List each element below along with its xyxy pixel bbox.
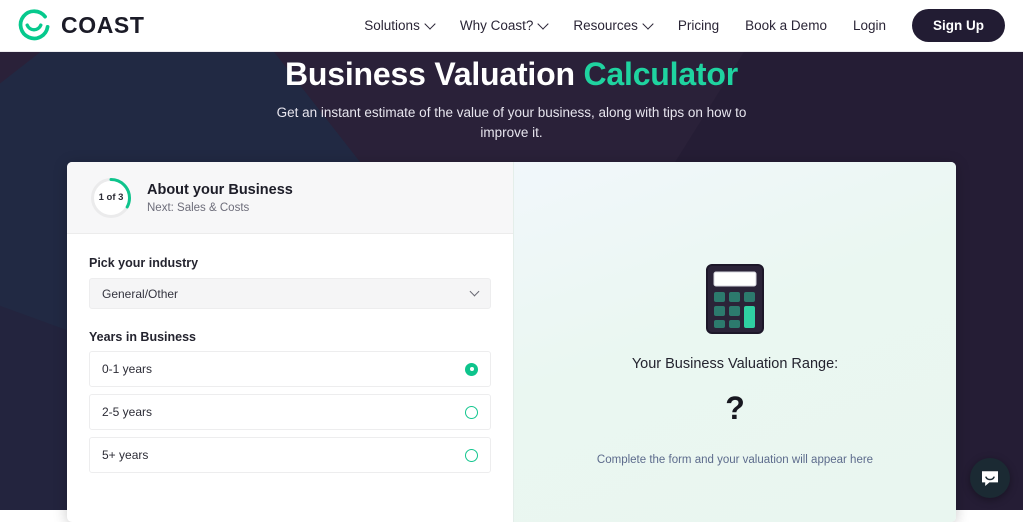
brand-logo[interactable]: COAST	[17, 9, 145, 43]
form-body: Pick your industry General/Other Years i…	[67, 234, 513, 480]
valuation-calculator-card: 1 of 3 About your Business Next: Sales &…	[67, 162, 956, 522]
page-title-accent: Calculator	[584, 56, 739, 92]
nav-item-why-coast[interactable]: Why Coast?	[460, 18, 548, 33]
radio-option-label: 5+ years	[102, 448, 148, 462]
nav-item-label: Why Coast?	[460, 18, 534, 33]
nav-item-login[interactable]: Login	[853, 18, 886, 33]
industry-label: Pick your industry	[89, 256, 491, 270]
industry-select[interactable]: General/Other	[89, 278, 491, 309]
years-in-business-label: Years in Business	[89, 330, 491, 344]
form-step-title: About your Business	[147, 182, 293, 198]
chat-bubble-icon	[980, 468, 1000, 488]
page-title-main: Business Valuation	[285, 56, 584, 92]
chat-widget-button[interactable]	[970, 458, 1010, 498]
radio-button-selected-icon[interactable]	[465, 363, 478, 376]
form-step-header: 1 of 3 About your Business Next: Sales &…	[67, 162, 513, 234]
nav-item-label: Pricing	[678, 18, 719, 33]
chevron-down-icon	[470, 287, 480, 297]
page-title: Business Valuation Calculator	[0, 56, 1023, 93]
industry-selected-value: General/Other	[102, 287, 178, 301]
calculator-icon	[706, 264, 764, 334]
result-panel: Your Business Valuation Range: ? Complet…	[513, 162, 956, 522]
progress-ring: 1 of 3	[89, 176, 133, 220]
radio-option-label: 2-5 years	[102, 405, 152, 419]
form-panel: 1 of 3 About your Business Next: Sales &…	[67, 162, 513, 522]
valuation-range-title: Your Business Valuation Range:	[632, 356, 838, 372]
radio-button-icon[interactable]	[465, 449, 478, 462]
valuation-hint: Complete the form and your valuation wil…	[597, 454, 873, 466]
valuation-range-value: ?	[725, 392, 745, 424]
coast-circle-logo-icon	[17, 9, 51, 43]
chevron-down-icon	[642, 18, 653, 29]
nav-item-solutions[interactable]: Solutions	[364, 18, 434, 33]
nav-links: Solutions Why Coast? Resources Pricing B…	[364, 9, 1005, 42]
nav-item-book-a-demo[interactable]: Book a Demo	[745, 18, 827, 33]
radio-button-icon[interactable]	[465, 406, 478, 419]
nav-item-label: Solutions	[364, 18, 420, 33]
form-step-next: Next: Sales & Costs	[147, 202, 293, 214]
nav-item-label: Login	[853, 18, 886, 33]
nav-item-resources[interactable]: Resources	[573, 18, 652, 33]
chevron-down-icon	[424, 18, 435, 29]
page-subtitle: Get an instant estimate of the value of …	[272, 103, 752, 143]
form-step-text: About your Business Next: Sales & Costs	[147, 182, 293, 214]
nav-item-label: Resources	[573, 18, 638, 33]
nav-item-pricing[interactable]: Pricing	[678, 18, 719, 33]
chevron-down-icon	[538, 18, 549, 29]
nav-item-label: Book a Demo	[745, 18, 827, 33]
years-option-0-1[interactable]: 0-1 years	[89, 351, 491, 387]
years-option-2-5[interactable]: 2-5 years	[89, 394, 491, 430]
progress-ring-label: 1 of 3	[89, 176, 133, 220]
sign-up-button[interactable]: Sign Up	[912, 9, 1005, 42]
brand-name: COAST	[61, 12, 145, 39]
top-navbar: COAST Solutions Why Coast? Resources Pri…	[0, 0, 1023, 52]
years-option-5-plus[interactable]: 5+ years	[89, 437, 491, 473]
radio-option-label: 0-1 years	[102, 362, 152, 376]
